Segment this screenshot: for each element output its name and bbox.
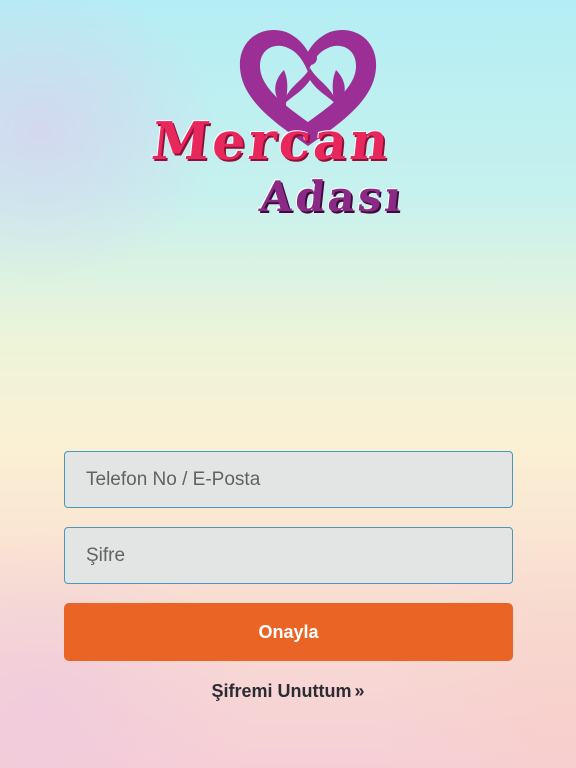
phone-email-input[interactable]	[64, 451, 513, 508]
double-chevron-right-icon: »	[354, 681, 365, 701]
forgot-password-label: Şifremi Unuttum	[211, 681, 352, 701]
logo-word-mercan: Mercan	[148, 111, 395, 172]
password-input[interactable]	[64, 527, 513, 584]
forgot-password-link[interactable]: Şifremi Unuttum»	[0, 681, 576, 702]
confirm-button[interactable]: Onayla	[64, 603, 513, 661]
logo-word-adasi: Adası	[257, 172, 407, 221]
app-logo: Mercan Adası	[140, 18, 440, 228]
